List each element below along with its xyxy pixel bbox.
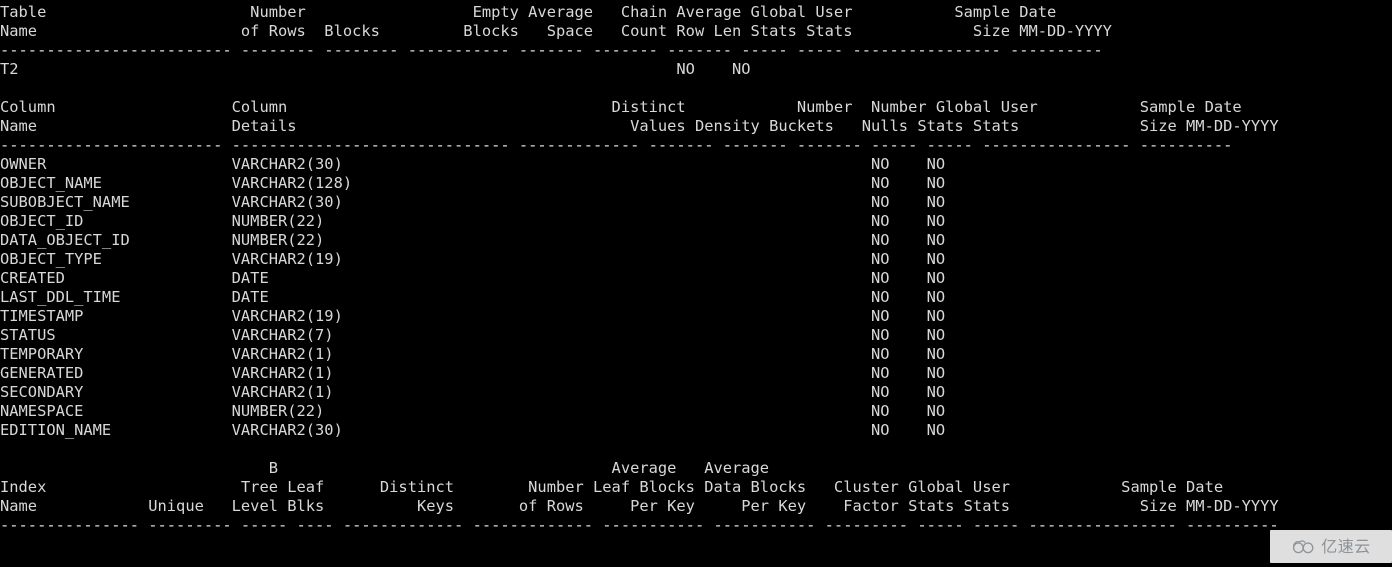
table-row: OBJECT_ID NUMBER(22) NO NO bbox=[0, 212, 946, 230]
table-row: OBJECT_NAME VARCHAR2(128) NO NO bbox=[0, 174, 946, 192]
table-row: CREATED DATE NO NO bbox=[0, 269, 946, 287]
table-row bbox=[0, 535, 1279, 554]
column-header-line-2: Name Details Values Density Buckets Null… bbox=[0, 117, 1279, 135]
table-row: STATUS VARCHAR2(7) NO NO bbox=[0, 326, 946, 344]
table-row: OBJECT_TYPE VARCHAR2(19) NO NO bbox=[0, 250, 946, 268]
table-row: T2 NO NO bbox=[0, 60, 751, 78]
terminal-output: Table Number Empty Average Chain Average… bbox=[0, 0, 1279, 554]
table-header-separator: ------------------------- -------- -----… bbox=[0, 41, 1103, 59]
table-header-line-1: Table Number Empty Average Chain Average… bbox=[0, 3, 1057, 21]
column-header-separator: ------------------------ ---------------… bbox=[0, 136, 1233, 154]
table-row: TIMESTAMP VARCHAR2(19) NO NO bbox=[0, 307, 946, 325]
table-row: NAMESPACE NUMBER(22) NO NO bbox=[0, 402, 946, 420]
index-header-separator: --------------- --------- ----- ---- ---… bbox=[0, 516, 1279, 534]
column-header-line-1: Column Column Distinct Number Number Glo… bbox=[0, 98, 1242, 116]
watermark: 亿速云 bbox=[1270, 530, 1392, 563]
watermark-text: 亿速云 bbox=[1321, 536, 1371, 556]
index-header-line-0: B Average Average bbox=[0, 459, 770, 477]
index-header-line-2: Name Unique Level Blks Keys of Rows Per … bbox=[0, 497, 1279, 515]
table-row: OWNER VARCHAR2(30) NO NO bbox=[0, 155, 946, 173]
terminal-window: Table Number Empty Average Chain Average… bbox=[0, 0, 1392, 567]
table-row: GENERATED VARCHAR2(1) NO NO bbox=[0, 364, 946, 382]
table-row: LAST_DDL_TIME DATE NO NO bbox=[0, 288, 946, 306]
cloud-glasses-icon bbox=[1293, 539, 1314, 553]
index-header-line-1: Index Tree Leaf Distinct Number Leaf Blo… bbox=[0, 478, 1224, 496]
table-row: TEMPORARY VARCHAR2(1) NO NO bbox=[0, 345, 946, 363]
table-header-line-2: Name of Rows Blocks Blocks Space Count R… bbox=[0, 22, 1112, 40]
table-row: SUBOBJECT_NAME VARCHAR2(30) NO NO bbox=[0, 193, 946, 211]
table-row: SECONDARY VARCHAR2(1) NO NO bbox=[0, 383, 946, 401]
table-row: DATA_OBJECT_ID NUMBER(22) NO NO bbox=[0, 231, 946, 249]
table-row: EDITION_NAME VARCHAR2(30) NO NO bbox=[0, 421, 946, 439]
